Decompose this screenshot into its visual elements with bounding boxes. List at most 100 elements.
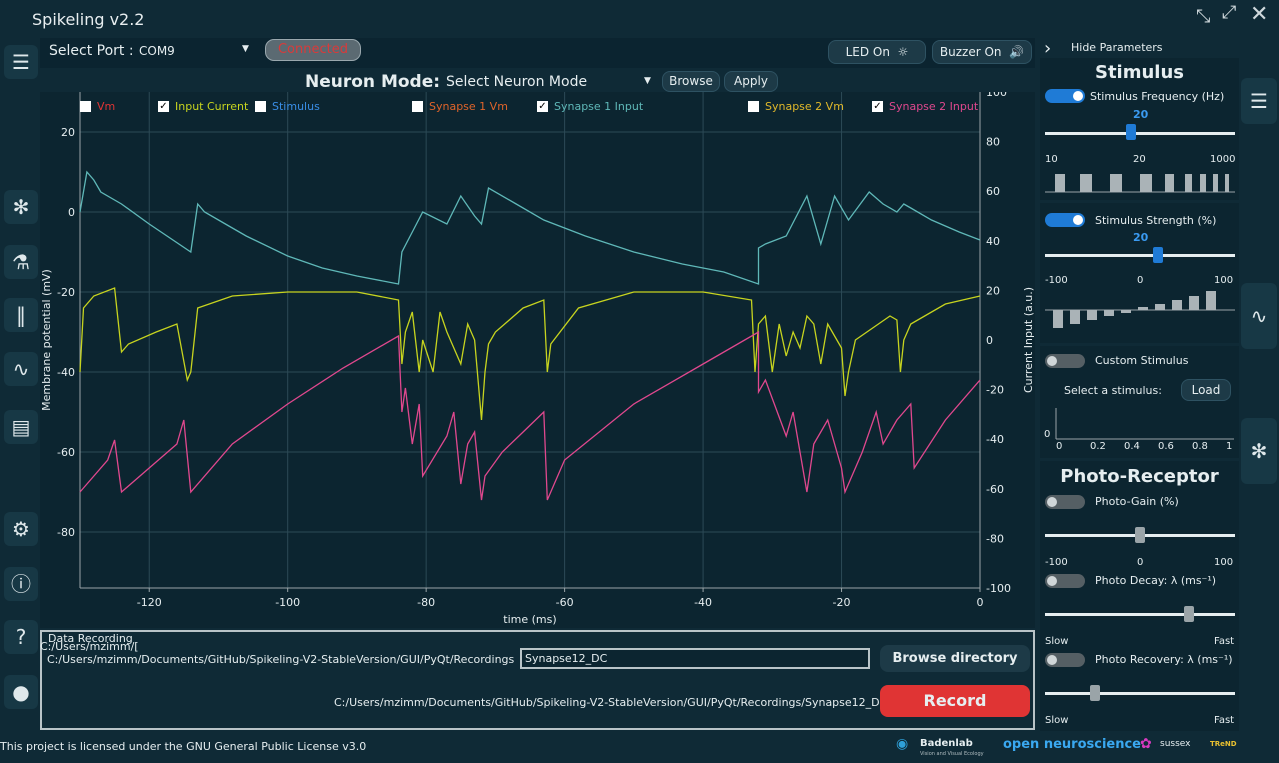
membrane-chart[interactable]: -120 -100 -80 -60 -40 -20 0 20 0 -20 -40 -60 -80 100 8…	[40, 92, 1035, 628]
port-select[interactable]: COM9	[139, 44, 175, 58]
photo-recovery-handle[interactable]	[1090, 685, 1100, 701]
stim-frequency-track[interactable]	[1045, 132, 1235, 135]
custom-x-tick: 0.8	[1192, 441, 1208, 452]
select-stimulus-label: Select a stimulus:	[1064, 384, 1162, 397]
browse-directory-button[interactable]: Browse directory	[880, 645, 1030, 672]
close-icon[interactable]: ✕	[1250, 2, 1268, 27]
stim-strength-track[interactable]	[1045, 254, 1235, 257]
y2-tick-label: 0	[986, 334, 993, 347]
legend-item[interactable]: ✓ Synapse 2 Input	[872, 100, 978, 113]
hide-parameters-label[interactable]: Hide Parameters	[1071, 41, 1163, 54]
legend-checkbox[interactable]: ✓	[158, 101, 169, 112]
help-icon[interactable]: ?	[4, 620, 38, 654]
chevron-down-icon[interactable]: ▼	[242, 44, 249, 54]
recovery-tick-max: Fast	[1214, 715, 1235, 726]
legend-checkbox[interactable]	[80, 101, 91, 112]
legend-item[interactable]: Vm	[80, 100, 115, 113]
legend-label: Synapse 2 Vm	[765, 100, 844, 113]
x-axis-label: time (ms)	[503, 613, 556, 626]
legend-checkbox[interactable]	[748, 101, 759, 112]
neuron-mode-select[interactable]: Select Neuron Mode	[446, 74, 587, 90]
photo-recovery-track[interactable]	[1045, 692, 1235, 695]
plot-area[interactable]: -120 -100 -80 -60 -40 -20 0 20 0 -20 -40 -60 -80 100 8…	[40, 92, 1035, 628]
record-button[interactable]: Record	[880, 685, 1030, 717]
custom-x-tick: 0.2	[1090, 441, 1106, 452]
legend-item[interactable]: Synapse 1 Vm	[412, 100, 508, 113]
title-bar: Spikeling v2.2 ⤡ ⤢ ✕	[0, 0, 1279, 38]
legend-checkbox[interactable]: ✓	[872, 101, 883, 112]
legend-item[interactable]: Stimulus	[255, 100, 320, 113]
settings-icon[interactable]: ⚙	[4, 512, 38, 546]
photoreceptor-icon[interactable]: ✻	[1241, 418, 1277, 484]
waveform-icon[interactable]: ∿	[1241, 283, 1277, 349]
legend: Vm ✓ Input Current Stimulus Synapse 1 Vm ✓ Syn…	[40, 100, 1035, 116]
apply-button[interactable]: Apply	[724, 71, 778, 92]
browse-button[interactable]: Browse	[662, 71, 720, 92]
stim-strength-toggle[interactable]	[1045, 213, 1085, 227]
stim-frequency-toggle[interactable]	[1045, 89, 1085, 103]
status-bar: This project is licensed under the GNU G…	[0, 736, 1279, 763]
legend-item[interactable]: ✓ Input Current	[158, 100, 248, 113]
freq-preview	[1045, 174, 1235, 193]
buzzer-button[interactable]: Buzzer On 🔊	[932, 40, 1032, 64]
minimize-icon[interactable]: ⤡	[1196, 6, 1210, 27]
waveform-icon[interactable]: ∿	[4, 352, 38, 386]
y2-axis-label: Current Input (a.u.)	[1022, 287, 1035, 393]
custom-x-tick: 1	[1226, 441, 1233, 452]
recovery-tick-min: Slow	[1045, 715, 1069, 726]
parameters-panel: › Hide Parameters Stimulus Stimulus Freq…	[1040, 38, 1279, 738]
y-tick-label: -40	[57, 366, 75, 379]
stim-strength-value: 20	[1133, 231, 1149, 244]
x-tick-label: -80	[417, 596, 435, 609]
book-icon[interactable]: ▤	[4, 410, 38, 444]
custom-y-tick: 0	[1044, 429, 1051, 440]
filename-field[interactable]: Synapse12_DC	[520, 648, 870, 669]
y2-tick-label: 40	[986, 235, 1000, 248]
legend-item[interactable]: ✓ Synapse 1 Input	[537, 100, 643, 113]
custom-x-ticks: 0 0.2 0.4 0.6 0.8 1	[1056, 441, 1234, 455]
legend-label: Synapse 1 Vm	[429, 100, 508, 113]
app-title: Spikeling v2.2	[32, 10, 145, 29]
menu-icon[interactable]: ☰	[4, 45, 38, 79]
photo-decay-track[interactable]	[1045, 613, 1235, 616]
photo-gain-toggle[interactable]	[1045, 495, 1085, 509]
short-path: C:/Users/mzimm/[	[40, 640, 139, 653]
y-tick-label: 20	[61, 126, 75, 139]
photo-recovery-label: Photo Recovery: λ (ms⁻¹)	[1095, 653, 1233, 666]
photo-gain-handle[interactable]	[1135, 527, 1145, 543]
brain-logo-icon: ✿	[1140, 736, 1152, 752]
legend-label: Synapse 1 Input	[554, 100, 644, 113]
legend-checkbox[interactable]	[255, 101, 266, 112]
led-label: LED On	[845, 45, 890, 59]
stim-frequency-handle[interactable]	[1126, 124, 1136, 140]
custom-x-tick: 0.4	[1124, 441, 1140, 452]
maximize-icon[interactable]: ⤢	[1222, 2, 1236, 23]
photo-decay-handle[interactable]	[1183, 606, 1194, 622]
chevron-right-icon[interactable]: ›	[1044, 38, 1051, 59]
load-button[interactable]: Load	[1181, 379, 1231, 401]
photo-decay-label: Photo Decay: λ (ms⁻¹)	[1095, 574, 1217, 587]
info-icon[interactable]: ⓘ	[4, 567, 38, 601]
microscope-icon[interactable]: ⚗	[4, 245, 38, 279]
led-button[interactable]: LED On ☼	[828, 40, 926, 64]
strength-tick-max: 100	[1214, 275, 1234, 286]
spike-train-icon[interactable]: ‖	[4, 298, 38, 332]
github-icon[interactable]: ●	[4, 675, 38, 709]
stim-frequency-label: Stimulus Frequency (Hz)	[1090, 90, 1225, 103]
x-tick-label: -100	[275, 596, 300, 609]
connected-button[interactable]: Connected	[265, 39, 361, 61]
legend-item[interactable]: Synapse 2 Vm	[748, 100, 844, 113]
stim-strength-handle[interactable]	[1153, 247, 1163, 263]
photo-recovery-toggle[interactable]	[1045, 653, 1085, 667]
photo-decay-toggle[interactable]	[1045, 574, 1085, 588]
chevron-down-icon[interactable]: ▼	[644, 76, 651, 86]
eye-logo-icon: ◉	[896, 736, 909, 752]
photo-gain-label: Photo-Gain (%)	[1095, 495, 1179, 508]
legend-checkbox[interactable]	[412, 101, 423, 112]
custom-stimulus-toggle[interactable]	[1045, 354, 1085, 368]
gain-tick-mid: 0	[1137, 557, 1144, 568]
buzzer-label: Buzzer On	[939, 45, 1002, 59]
legend-checkbox[interactable]: ✓	[537, 101, 548, 112]
stimulus-settings-icon[interactable]: ☰	[1241, 78, 1277, 124]
neuron-icon[interactable]: ✻	[4, 190, 38, 224]
